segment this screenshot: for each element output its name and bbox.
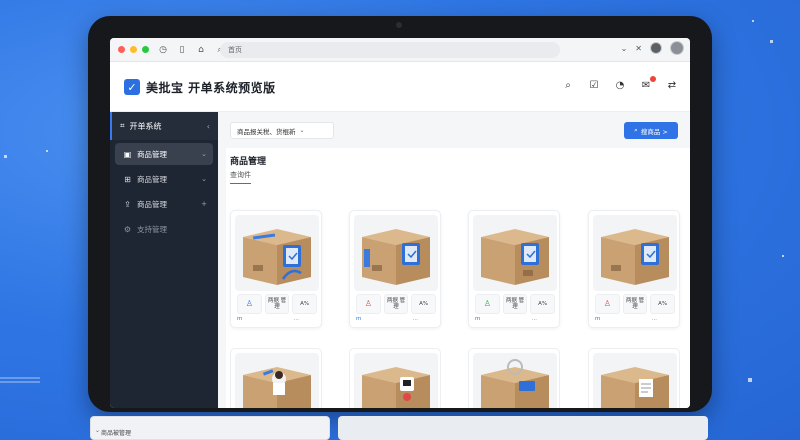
address-bar[interactable]: 首页 <box>220 42 560 58</box>
close-icon[interactable]: ✕ <box>635 44 642 53</box>
content-panel: 商品管理 查询件 ♙ 两据 管理 A% m … ♙ 两据 管理 A% m … ♙… <box>226 148 690 408</box>
sidebar-item-label: 商品管理 <box>137 149 167 159</box>
person-icon: ♙ <box>475 294 500 314</box>
app-title: 美批宝 开单系统预览版 <box>146 81 276 95</box>
profile-avatar[interactable] <box>650 42 662 54</box>
person-icon: ♙ <box>356 294 381 314</box>
product-card[interactable]: ♙ 两据 管理 A% m … <box>230 210 322 328</box>
peek-panel-right <box>338 416 708 440</box>
search-icon: ⌕ <box>634 126 638 134</box>
person-icon: ♙ <box>237 294 262 314</box>
chevron-down-icon: ⌄ <box>201 175 207 183</box>
app-logo-icon: ✓ <box>124 79 140 95</box>
product-image <box>235 215 319 291</box>
search-button-label: 搜商品 > <box>640 127 668 136</box>
product-card[interactable] <box>349 348 441 408</box>
person-icon: ♙ <box>595 294 620 314</box>
section-title: 商品管理 <box>230 157 267 167</box>
plus-icon: + <box>201 200 207 208</box>
sidebar-header[interactable]: ⌗ 开单系统 ‹ <box>110 112 218 140</box>
sitemap-icon: ⌗ <box>120 121 125 130</box>
product-card[interactable] <box>230 348 322 408</box>
upload-icon: ⇪ <box>124 199 131 209</box>
card-tag: m <box>356 316 362 322</box>
product-image <box>593 353 677 408</box>
product-image <box>354 353 438 408</box>
close-window-button[interactable] <box>118 46 125 53</box>
tablet-screen: ◷ ▯ ⌂ ⌕ 首页 ⌄ ✕ ✓ 美批宝 开单系统预览版 ⌕ ☑ ◔ ✉ ⇄ <box>110 38 690 408</box>
chevron-down-icon[interactable]: ⌄ <box>621 44 628 53</box>
clock-icon[interactable]: ◷ <box>158 45 168 55</box>
sidebar-item-label: 支持管理 <box>137 224 167 234</box>
tab-query[interactable]: 查询件 <box>230 170 251 184</box>
card-tag: m <box>595 316 601 322</box>
peek-panel: ⌄ 商品被管理 <box>90 416 330 440</box>
card-tag: m <box>475 316 481 322</box>
filter-dropdown[interactable]: 商品报关税、货棍新 ⌄ <box>230 122 334 139</box>
card-meta-value: A% <box>650 294 676 314</box>
card-meta-value: A% <box>292 294 318 314</box>
sidebar-item-support[interactable]: ⚙ 支持管理 <box>115 218 213 240</box>
peek-label: 商品被管理 <box>101 430 132 437</box>
card-tag: m <box>237 316 243 322</box>
product-card[interactable] <box>588 348 680 408</box>
message-icon[interactable]: ✉ <box>640 76 656 91</box>
sidebar-item-goods-2[interactable]: ⊞ 商品管理 ⌄ <box>115 168 213 190</box>
browser-toolbar: ◷ ▯ ⌂ ⌕ 首页 ⌄ ✕ <box>110 38 690 62</box>
card-meta-label: 两据 管理 <box>622 294 648 314</box>
sidebar-item-goods-1[interactable]: ▣ 商品管理 ⌄ <box>115 143 213 165</box>
grid-icon: ⊞ <box>124 174 131 184</box>
background-screen-peek: ⌄ 商品被管理 <box>90 412 710 440</box>
gear-icon: ⚙ <box>123 224 132 234</box>
product-image <box>235 353 319 408</box>
chevron-down-icon: ⌄ <box>299 127 305 134</box>
search-icon[interactable]: ⌕ <box>562 80 574 91</box>
card-meta-label: 两据 管理 <box>264 294 290 314</box>
checklist-icon[interactable]: ☑ <box>588 80 600 91</box>
more-icon[interactable]: … <box>652 316 658 322</box>
product-card[interactable] <box>468 348 560 408</box>
share-icon[interactable]: ⇄ <box>666 80 678 91</box>
more-icon[interactable]: … <box>532 316 538 322</box>
card-meta-value: A% <box>411 294 437 314</box>
sidebar-header-label: 开单系统 <box>129 121 162 131</box>
product-image <box>593 215 677 291</box>
product-card[interactable]: ♙ 两据 管理 A% m … <box>468 210 560 328</box>
chevron-down-icon: ⌄ <box>201 150 207 158</box>
extension-icon[interactable]: ⌂ <box>196 45 206 55</box>
box-icon: ▣ <box>123 149 132 159</box>
more-icon[interactable]: … <box>413 316 419 322</box>
filter-label: 商品报关税、货棍新 <box>237 127 296 136</box>
product-image <box>473 215 557 291</box>
product-image <box>473 353 557 408</box>
product-image <box>354 215 438 291</box>
minimize-window-button[interactable] <box>130 46 137 53</box>
main-content: 商品报关税、货棍新 ⌄ ⌕ 搜商品 > 商品管理 查询件 ♙ 两据 管理 A% … <box>218 112 690 408</box>
product-card[interactable]: ♙ 两据 管理 A% m … <box>349 210 441 328</box>
sidebar: ⌗ 开单系统 ‹ ▣ 商品管理 ⌄ ⊞ 商品管理 ⌄ ⇪ 商品管理 + ⚙ 支持 <box>110 112 218 408</box>
card-meta-label: 两据 管理 <box>383 294 409 314</box>
bookmark-icon[interactable]: ▯ <box>177 45 187 55</box>
tablet-frame: ◷ ▯ ⌂ ⌕ 首页 ⌄ ✕ ✓ 美批宝 开单系统预览版 ⌕ ☑ ◔ ✉ ⇄ <box>88 16 712 412</box>
sidebar-item-label: 商品管理 <box>137 174 167 184</box>
camera-icon <box>396 22 402 28</box>
clock-icon[interactable]: ◔ <box>614 80 626 91</box>
product-card[interactable]: ♙ 两据 管理 A% m … <box>588 210 680 328</box>
more-icon[interactable]: … <box>294 316 300 322</box>
card-meta-label: 两据 管理 <box>502 294 528 314</box>
sidebar-item-goods-3[interactable]: ⇪ 商品管理 + <box>115 193 213 215</box>
maximize-window-button[interactable] <box>142 46 149 53</box>
app-header: ✓ 美批宝 开单系统预览版 ⌕ ☑ ◔ ✉ ⇄ <box>110 62 690 112</box>
user-avatar[interactable] <box>670 41 684 55</box>
notification-badge <box>650 76 656 82</box>
collapse-icon[interactable]: ‹ <box>207 122 210 131</box>
sidebar-item-label: 商品管理 <box>137 199 167 209</box>
card-meta-value: A% <box>530 294 556 314</box>
search-button[interactable]: ⌕ 搜商品 > <box>624 122 678 139</box>
chevron-down-icon: ⌄ <box>95 427 101 434</box>
